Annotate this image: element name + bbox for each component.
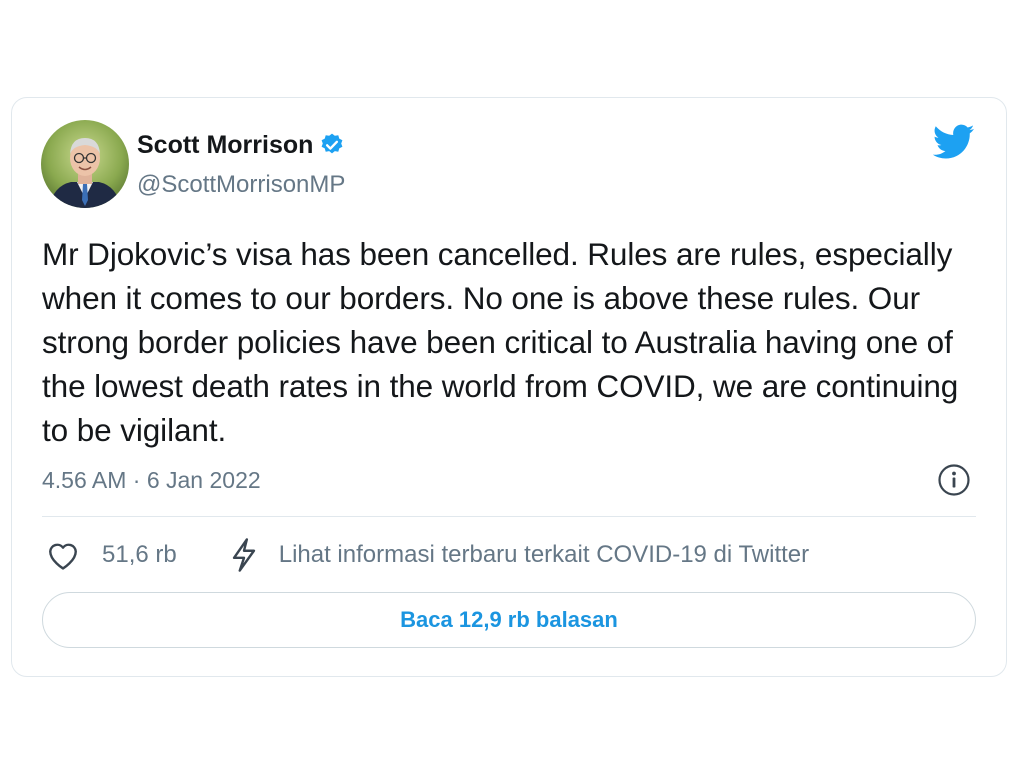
- like-count: 51,6 rb: [102, 541, 177, 568]
- avatar[interactable]: [41, 120, 129, 208]
- action-row: 51,6 rb Lihat informasi terbaru terkait …: [46, 538, 809, 572]
- author-handle[interactable]: @ScottMorrisonMP: [137, 170, 345, 200]
- divider: [42, 516, 976, 517]
- info-icon[interactable]: [937, 463, 971, 497]
- covid-info-link[interactable]: Lihat informasi terbaru terkait COVID-19…: [229, 538, 809, 572]
- heart-icon: [46, 539, 80, 571]
- covid-info-label: Lihat informasi terbaru terkait COVID-19…: [278, 541, 810, 568]
- verified-badge-icon: [319, 132, 345, 158]
- lightning-icon: [229, 538, 259, 572]
- tweet-card: Scott Morrison @ScottMorrisonMP Mr Djoko…: [11, 97, 1007, 677]
- tweet-timestamp[interactable]: 4.56 AM · 6 Jan 2022: [42, 465, 261, 495]
- author-name[interactable]: Scott Morrison: [137, 130, 313, 160]
- author-name-row: Scott Morrison: [137, 130, 345, 160]
- twitter-bird-icon[interactable]: [932, 124, 975, 160]
- like-button[interactable]: 51,6 rb: [46, 539, 229, 571]
- tweet-text: Mr Djokovic’s visa has been cancelled. R…: [42, 236, 959, 448]
- read-replies-button[interactable]: Baca 12,9 rb balasan: [42, 592, 976, 648]
